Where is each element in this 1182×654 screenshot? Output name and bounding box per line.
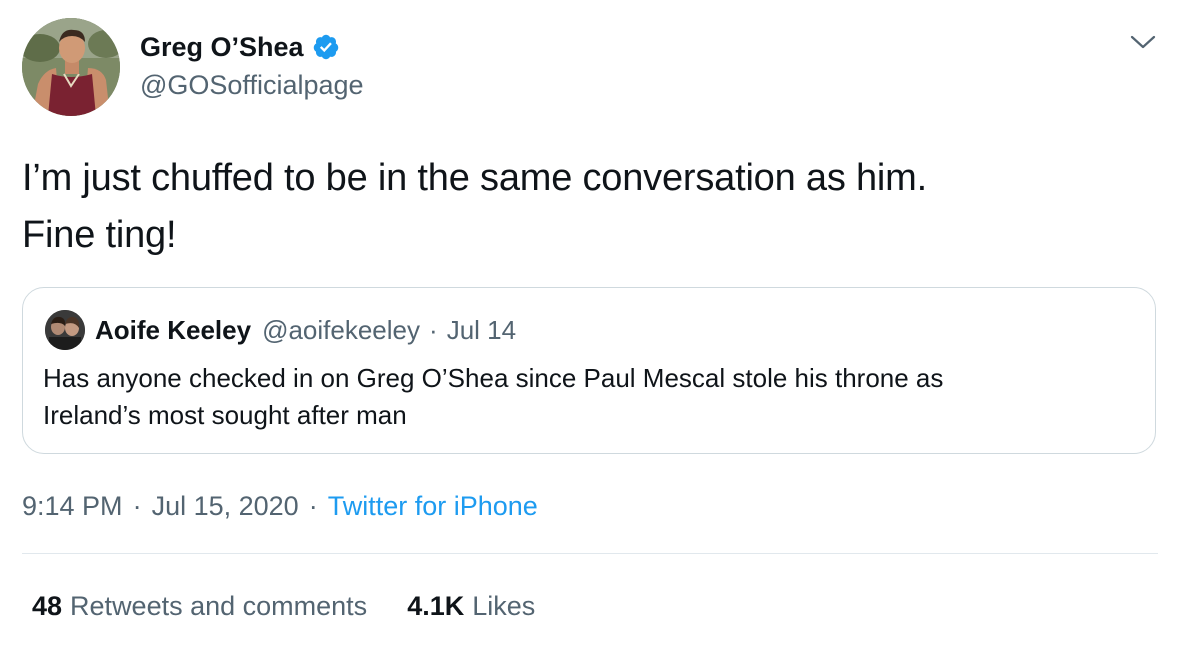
- tweet-text-line: I’m just chuffed to be in the same conve…: [22, 157, 927, 199]
- tweet-stats: 48 Retweets and comments 4.1K Likes: [32, 586, 535, 626]
- author-name-row: Greg O’Shea: [140, 27, 364, 67]
- tweet-text-line: Fine ting!: [22, 214, 177, 256]
- quoted-author-avatar: [45, 310, 85, 350]
- author-avatar-image: [22, 18, 120, 116]
- author-handle[interactable]: @GOSofficialpage: [140, 67, 364, 103]
- meta-separator: ·: [132, 491, 142, 521]
- likes-count: 4.1K: [407, 591, 465, 621]
- divider: [22, 553, 1158, 554]
- author-avatar[interactable]: [22, 18, 120, 116]
- author-display-name[interactable]: Greg O’Shea: [140, 27, 304, 67]
- tweet-meta: 9:14 PM · Jul 15, 2020 · Twitter for iPhone: [22, 486, 538, 526]
- quoted-text: Has anyone checked in on Greg O’Shea sin…: [43, 360, 1133, 434]
- meta-separator: ·: [308, 491, 318, 521]
- quoted-header: Aoife Keeley @aoifekeeley · Jul 14: [95, 310, 516, 350]
- author-block: Greg O’Shea @GOSofficialpage: [140, 27, 364, 103]
- retweets-label: Retweets and comments: [70, 591, 368, 621]
- quoted-handle[interactable]: @aoifekeeley: [262, 315, 420, 346]
- tweet-card: Greg O’Shea @GOSofficialpage I’m just ch…: [0, 0, 1182, 654]
- tweet-time[interactable]: 9:14 PM: [22, 491, 123, 521]
- chevron-down-icon[interactable]: [1128, 30, 1158, 54]
- retweets-stat[interactable]: 48 Retweets and comments: [32, 586, 367, 626]
- verified-badge-icon: [312, 33, 340, 61]
- tweet-date[interactable]: Jul 15, 2020: [152, 491, 299, 521]
- quoted-tweet[interactable]: Aoife Keeley @aoifekeeley · Jul 14 Has a…: [22, 287, 1156, 454]
- tweet-text: I’m just chuffed to be in the same conve…: [22, 150, 1152, 264]
- quoted-date[interactable]: Jul 14: [447, 315, 516, 346]
- likes-label: Likes: [472, 591, 536, 621]
- retweets-count: 48: [32, 591, 63, 621]
- quoted-text-line: Ireland’s most sought after man: [43, 400, 407, 430]
- quoted-display-name[interactable]: Aoife Keeley: [95, 315, 251, 346]
- tweet-source-link[interactable]: Twitter for iPhone: [328, 491, 538, 521]
- likes-stat[interactable]: 4.1K Likes: [407, 586, 535, 626]
- quoted-separator: ·: [429, 314, 438, 345]
- quoted-text-line: Has anyone checked in on Greg O’Shea sin…: [43, 363, 944, 393]
